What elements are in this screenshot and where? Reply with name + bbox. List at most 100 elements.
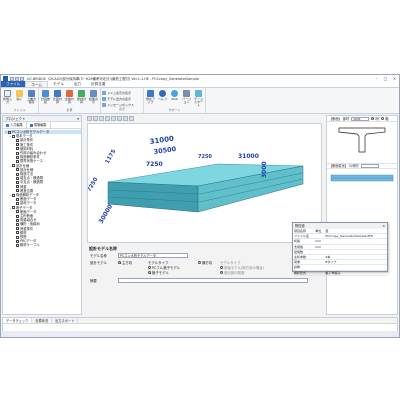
- node-icon: [16, 172, 19, 176]
- radio-icon: [148, 266, 151, 269]
- node-icon: [12, 193, 15, 197]
- 3d-viewport[interactable]: 31000 30500 7250 7250 3000 1175 7250 310…: [87, 123, 322, 243]
- member-calc-icon: [78, 90, 85, 97]
- pan-icon[interactable]: [105, 116, 110, 121]
- view-front-icon[interactable]: [117, 116, 122, 121]
- compare-icon: [54, 90, 61, 97]
- dim-label: 3000: [261, 161, 268, 178]
- side-select[interactable]: [360, 164, 379, 168]
- radio-lateral[interactable]: 横方向: [198, 260, 220, 265]
- node-icon: [16, 168, 19, 172]
- fit-icon[interactable]: [111, 116, 116, 121]
- game-start-button[interactable]: ゲームスタート: [193, 89, 204, 108]
- table-row: 解析形式 格子骨組み: [293, 270, 387, 276]
- total-calc-icon: [66, 90, 73, 97]
- redo-icon[interactable]: [20, 76, 24, 81]
- checkbox-icon: [102, 102, 106, 107]
- girder-side-face: [107, 181, 199, 213]
- tab-input-edit[interactable]: 入力編集: [3, 122, 27, 128]
- main-area: 31000 30500 7250 7250 3000 1175 7250 310…: [84, 115, 324, 300]
- tab-home[interactable]: ホーム: [25, 81, 49, 87]
- new-input-button[interactable]: 新規入力: [2, 89, 13, 108]
- tab-site-edit[interactable]: 現場編集: [27, 122, 51, 128]
- tab-output-export[interactable]: 出力スポート: [52, 318, 79, 323]
- help-button[interactable]: ヘルプ: [157, 89, 168, 108]
- rotate-icon[interactable]: [99, 116, 104, 121]
- status-bar: [1, 331, 399, 337]
- pane-tabs: 入力編集 現場編集: [3, 122, 81, 129]
- save-button[interactable]: 上書き保存: [26, 89, 37, 108]
- compare-calc-button[interactable]: 比較計算: [52, 89, 63, 108]
- node-icon: [16, 155, 19, 159]
- menu-display-toggle[interactable]: メニュ表示の表示: [102, 90, 142, 95]
- node-icon: [16, 235, 19, 239]
- update-button[interactable]: 現在アップ: [145, 89, 156, 108]
- ribbon-group-label: サポート: [168, 108, 181, 112]
- radio-icon: [148, 271, 151, 274]
- table-row: ファイル名 PCCcopy_GeneratorSample.PFD: [293, 233, 387, 240]
- radio-main-direction[interactable]: 主方向: [118, 260, 148, 265]
- tab-file[interactable]: ファイル: [1, 81, 26, 87]
- dim-label: 7250: [146, 161, 163, 168]
- tab-model[interactable]: モデル: [48, 81, 69, 87]
- node-icon: [16, 218, 19, 222]
- node-icon: [16, 214, 19, 218]
- web-button[interactable]: Web: [169, 89, 180, 108]
- memo-input[interactable]: [118, 278, 308, 283]
- radio-icon: [371, 116, 375, 120]
- radio-grid-model[interactable]: 格子モデル: [148, 270, 198, 275]
- edit-icon: [6, 123, 9, 127]
- node-icon: [16, 147, 19, 151]
- calc-check-button[interactable]: 計算確認: [40, 89, 51, 108]
- tree-view: − PCコンポ桁モデルデータ − 基本データ 設計条件 施工条件 使用材料 作用の組み合わせ構…: [3, 129, 81, 248]
- radio-icon: [118, 261, 121, 264]
- maximize-icon[interactable]: □: [381, 75, 390, 82]
- node-icon: [12, 134, 15, 138]
- node-icon: [16, 189, 19, 193]
- checkbox-icon: [102, 96, 106, 101]
- tree-node[interactable]: 鋼材ケーブル: [4, 243, 81, 247]
- ribbon-group-label: 表示: [118, 107, 125, 111]
- close-icon[interactable]: ×: [390, 75, 399, 82]
- pin-icon[interactable]: ▾: [77, 116, 79, 121]
- member-calc-button[interactable]: 部材計算: [76, 89, 87, 108]
- tab-data-check[interactable]: データチェック: [3, 318, 33, 323]
- edit-icon: [29, 123, 33, 127]
- tab-calc-support[interactable]: 計算支援: [86, 81, 110, 87]
- tab-output[interactable]: 出力: [69, 81, 86, 87]
- model-name-input[interactable]: PCコンポ桁モデルデータ: [118, 253, 188, 258]
- model-name-row: モデル名称 PCコンポ桁モデルデータ: [87, 252, 322, 259]
- minimize-icon[interactable]: –: [372, 75, 381, 82]
- viewport-toolbar: [84, 115, 324, 122]
- radio-box[interactable]: 箱: [381, 116, 388, 122]
- window-controls: – □ ×: [372, 75, 399, 82]
- radio-i-girder[interactable]: I桁: [371, 116, 379, 122]
- node-icon: [16, 239, 19, 243]
- checkbox-icon: [102, 90, 106, 95]
- model-output-toggle[interactable]: モデル出力の表示: [102, 96, 142, 101]
- girder-deck: [107, 163, 304, 213]
- ribbon: 新規入力 開く 上書き保存 ファイル 計算確認 比較計算 全体計算 部材計算 結…: [1, 88, 399, 114]
- view-top-icon[interactable]: [123, 116, 128, 121]
- undo-icon[interactable]: [15, 76, 19, 81]
- view-side-icon[interactable]: [129, 116, 134, 121]
- zoom-out-icon[interactable]: [93, 116, 98, 121]
- dim-label: 7250: [88, 177, 99, 193]
- member-select[interactable]: 1001: [351, 116, 370, 121]
- table-cell: 解析形式: [293, 270, 315, 276]
- save-icon[interactable]: [10, 76, 14, 81]
- total-calc-button[interactable]: 全体計算: [64, 89, 75, 108]
- dim-label: 7250: [198, 154, 212, 160]
- zoom-in-icon[interactable]: [87, 116, 92, 121]
- properties-table: 項目名称 単位 値 ファイル名 PCCcopy_GeneratorSample.P…: [293, 229, 387, 276]
- radio-icon: [198, 261, 201, 264]
- section-preview-pane: 【断面】 部材 1001 I桁 箱 【断面変化】 片側付: [326, 115, 398, 315]
- version-button[interactable]: バージョン: [181, 89, 192, 108]
- result-view-button[interactable]: 結果表示: [88, 89, 99, 108]
- open-button[interactable]: 開く: [14, 89, 25, 108]
- node-icon: [16, 197, 19, 201]
- node-icon: [16, 181, 19, 185]
- radio-overhang-check[interactable]: 張出部の照査: [220, 270, 280, 275]
- tab-calc-status[interactable]: 計算状況: [32, 318, 53, 323]
- close-icon[interactable]: ×: [382, 223, 385, 229]
